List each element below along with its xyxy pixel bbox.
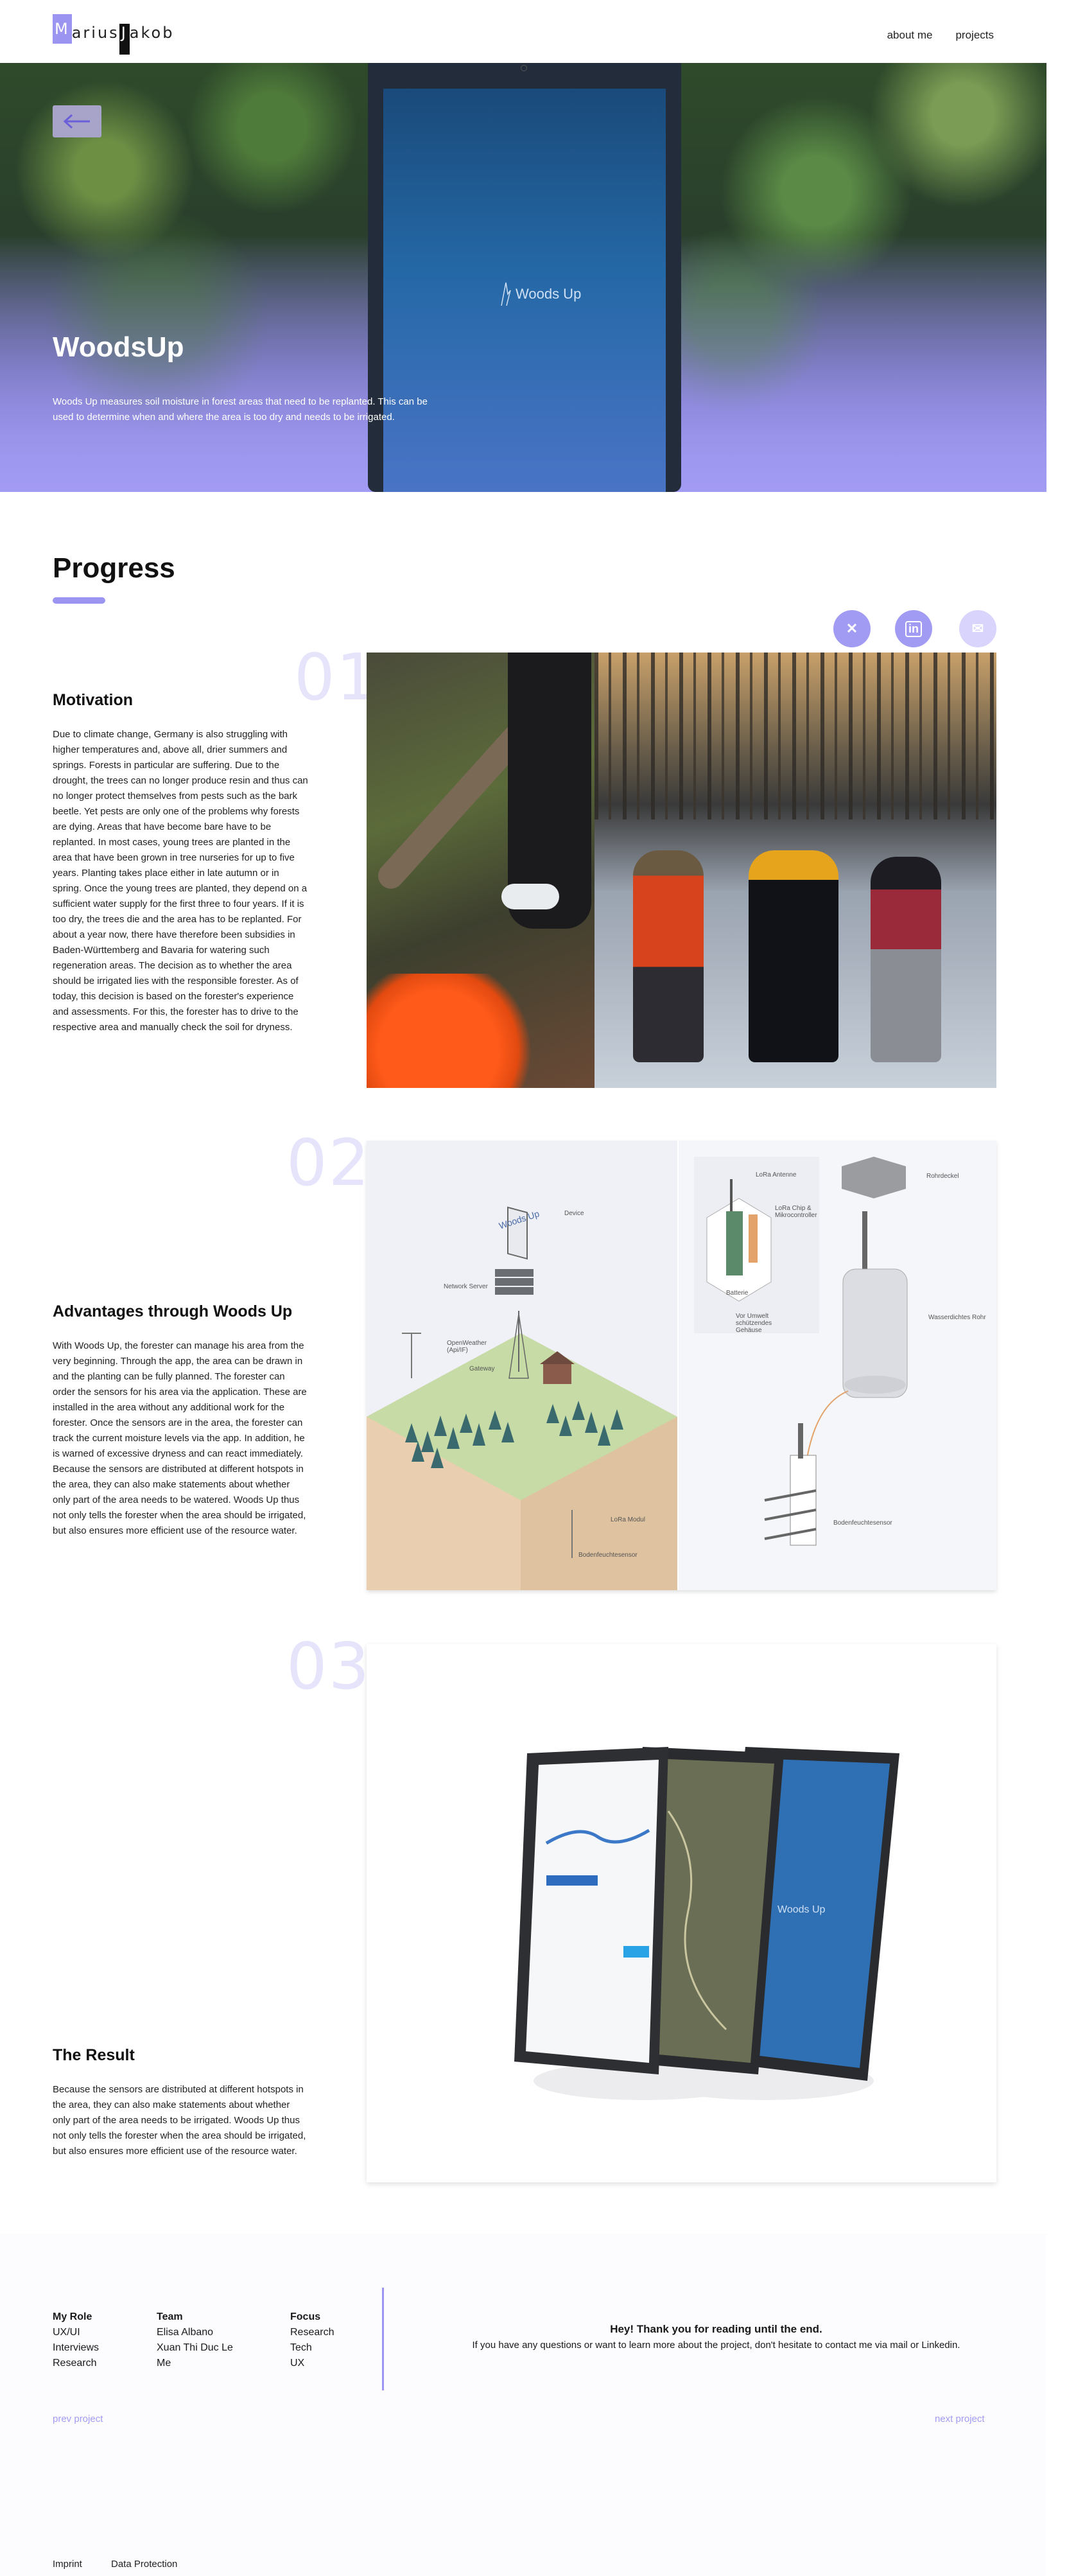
section-number-03: 03 (286, 1629, 371, 1704)
xing-icon: ✕ (846, 620, 858, 636)
linkedin-button[interactable]: in (895, 610, 932, 647)
result-tablet-logo: Woods Up (777, 1904, 825, 1916)
label-open-weather: OpenWeather (Api/IF) (447, 1340, 487, 1354)
label-lora-modul: LoRa Modul (611, 1516, 645, 1523)
role-item: Research (53, 2358, 97, 2369)
system-diagram-svg (367, 1141, 996, 1590)
imprint-link[interactable]: Imprint (53, 2559, 82, 2570)
hero-tablet-image: Woods Up (368, 63, 681, 492)
label-bodenfeuchtesensor-left: Bodenfeuchtesensor (578, 1552, 638, 1559)
section-text-result: Because the sensors are distributed at d… (53, 2084, 306, 2157)
role-item: UX/UI (53, 2327, 80, 2338)
label-device: Device (564, 1210, 584, 1217)
footer-divider (382, 2288, 384, 2390)
top-nav: Marius Jakob about me projects (0, 0, 1046, 63)
tablet-screen: Woods Up (383, 89, 666, 492)
focus-item: Research (290, 2327, 334, 2338)
mail-icon: ✉ (971, 620, 984, 636)
photo-glove (367, 974, 546, 1088)
section-number-01: 01 (294, 640, 379, 715)
footer-focus: Focus Research Tech UX (290, 2309, 334, 2371)
motivation-photo (367, 653, 996, 1088)
label-network-server: Network Server (444, 1283, 488, 1290)
woods-up-logo: Woods Up (499, 281, 581, 307)
photo-trees (595, 653, 996, 819)
mail-button[interactable]: ✉ (959, 610, 996, 647)
label-gehaeuse: Vor Umwelt schützendes Gehäuse (736, 1313, 772, 1334)
prev-project-link[interactable]: prev project (53, 2414, 103, 2424)
site-logo[interactable]: Marius Jakob (53, 12, 175, 55)
role-item: Interviews (53, 2342, 100, 2353)
section-title-advantages: Advantages through Woods Up (53, 1302, 293, 1320)
result-tablets-image: Woods Up (367, 1644, 996, 2182)
thanks-title: Hey! Thank you for reading until the end… (610, 2323, 822, 2335)
section-number-02: 02 (286, 1125, 371, 1200)
photo-shoe (501, 884, 559, 909)
section-title-result: The Result (53, 2046, 135, 2064)
photo-person-1 (633, 850, 704, 1062)
photo-people-in-forest (595, 653, 996, 1088)
my-role-heading: My Role (53, 2311, 92, 2322)
xing-button[interactable]: ✕ (833, 610, 871, 647)
team-item: Me (157, 2358, 171, 2369)
woods-up-logo-text: Woods Up (516, 286, 582, 302)
result-tablet-logo-text: Woods Up (777, 1904, 826, 1915)
next-project-link[interactable]: next project (935, 2414, 985, 2424)
photo-person-3 (871, 857, 941, 1062)
focus-heading: Focus (290, 2311, 321, 2322)
arrow-left-icon (63, 114, 90, 129)
label-lora-antenne: LoRa Antenne (756, 1171, 797, 1178)
focus-item: Tech (290, 2342, 312, 2353)
logo-m: M (53, 14, 72, 44)
nav-projects[interactable]: projects (955, 29, 994, 42)
section-text-advantages: With Woods Up, the forester can manage h… (53, 1340, 307, 1536)
logo-end: akob (129, 24, 175, 42)
team-heading: Team (157, 2311, 183, 2322)
diagram-divider (677, 1141, 679, 1590)
section-title-motivation: Motivation (53, 691, 133, 709)
footer-my-role: My Role UX/UI Interviews Research (53, 2309, 99, 2371)
footer (0, 2234, 1046, 2576)
label-lora-chip: LoRa Chip & Mikrocontroller (775, 1205, 817, 1219)
linkedin-icon: in (905, 620, 922, 637)
logo-middle: arius (71, 24, 119, 42)
tablet-camera (521, 65, 527, 71)
result-tablets-svg (514, 1747, 899, 2100)
label-wasserdichtes-rohr: Wasserdichtes Rohr (928, 1314, 986, 1321)
focus-item: UX (290, 2358, 305, 2369)
label-bodenfeuchtesensor-right: Bodenfeuchtesensor (833, 1520, 892, 1527)
nav-links: about me projects (887, 29, 994, 42)
data-protection-link[interactable]: Data Protection (111, 2559, 177, 2570)
logo-j: J (119, 24, 130, 55)
section-text-motivation: Due to climate change, Germany is also s… (53, 729, 308, 1033)
progress-underline (53, 597, 105, 604)
thanks-text: If you have any questions or want to lea… (472, 2340, 960, 2351)
hero-title: WoodsUp (53, 331, 184, 363)
back-button[interactable] (53, 105, 101, 137)
photo-forest-floor (367, 653, 595, 1088)
tree-icon (501, 282, 511, 306)
hero-description: Woods Up measures soil moisture in fores… (53, 396, 428, 423)
team-item: Xuan Thi Duc Le (157, 2342, 233, 2353)
nav-about-me[interactable]: about me (887, 29, 933, 42)
hero-banner: Woods Up WoodsUp Woods Up measures soil … (0, 63, 1046, 492)
progress-title: Progress (53, 552, 175, 584)
label-gateway: Gateway (469, 1365, 495, 1372)
photo-person-2 (749, 850, 838, 1062)
team-item: Elisa Albano (157, 2327, 214, 2338)
label-batterie: Batterie (726, 1290, 749, 1297)
system-diagram: Device Woods Up Network Server OpenWeath… (367, 1141, 996, 1590)
label-rohrdeckel: Rohrdeckel (926, 1173, 959, 1180)
footer-team: Team Elisa Albano Xuan Thi Duc Le Me (157, 2309, 233, 2371)
